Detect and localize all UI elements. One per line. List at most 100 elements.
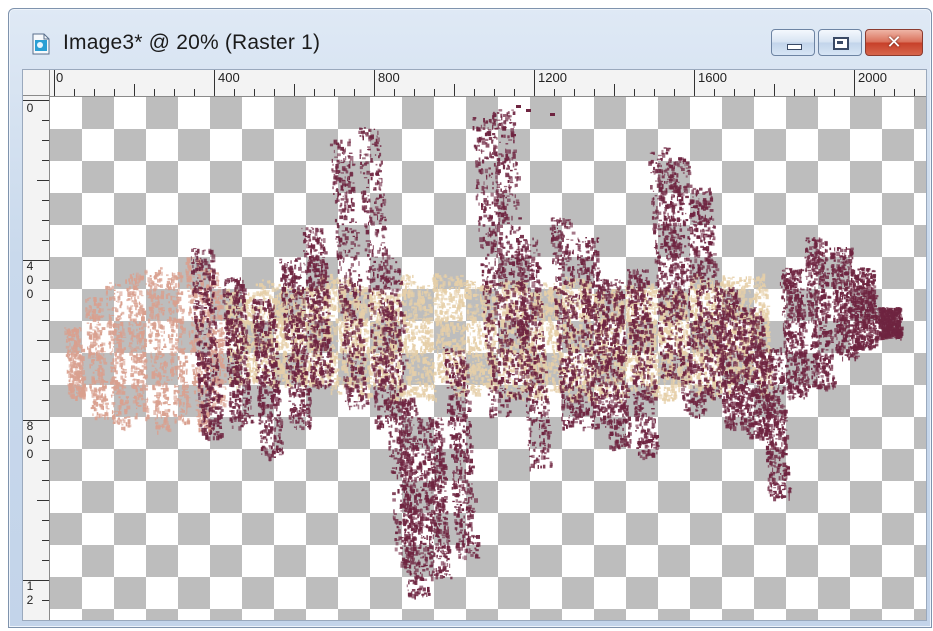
caption-buttons: ✕ — [771, 29, 923, 57]
ruler-tick — [42, 480, 49, 481]
ruler-tick — [154, 89, 155, 96]
ruler-tick — [274, 89, 275, 96]
ruler-tick — [174, 89, 175, 96]
ruler-tick — [814, 89, 815, 96]
ruler-tick — [254, 89, 255, 96]
ruler-tick — [42, 380, 49, 381]
ruler-tick — [554, 89, 555, 96]
brush-stroke — [431, 273, 454, 387]
ruler-tick — [874, 89, 875, 96]
minimize-button[interactable] — [771, 29, 815, 56]
ruler-tick — [774, 84, 775, 96]
ruler-tick — [42, 320, 49, 321]
ruler-tick — [594, 89, 595, 96]
vruler-label-400-digit-0: 4 — [25, 260, 35, 273]
vruler-label-400-digit-1: 0 — [25, 274, 35, 287]
ruler-tick — [674, 89, 675, 96]
vertical-ruler[interactable]: 0 4 0 0 8 0 0 1 2 — [23, 96, 50, 620]
psp-image-icon — [31, 33, 51, 55]
image-canvas[interactable] — [50, 97, 926, 620]
ruler-tick — [614, 84, 615, 96]
ruler-tick — [374, 70, 375, 96]
ruler-tick — [694, 70, 695, 96]
ruler-tick — [194, 89, 195, 96]
ruler-tick — [42, 440, 49, 441]
ruler-label-0: 0 — [56, 71, 63, 84]
ruler-tick — [42, 300, 49, 301]
ruler-tick — [854, 70, 855, 96]
ruler-tick — [42, 460, 49, 461]
ruler-tick — [23, 580, 49, 581]
vruler-label-0-digit-0: 0 — [25, 102, 35, 115]
ruler-tick — [474, 89, 475, 96]
ruler-tick — [214, 70, 215, 96]
ruler-tick — [354, 89, 355, 96]
ruler-label-1600: 1600 — [698, 71, 727, 84]
ruler-tick — [74, 89, 75, 96]
ruler-tick — [134, 84, 135, 96]
ruler-tick — [37, 180, 49, 181]
ruler-tick — [334, 89, 335, 96]
ruler-tick — [42, 400, 49, 401]
window-title: Image3* @ 20% (Raster 1) — [63, 31, 320, 55]
ruler-corner — [23, 70, 50, 96]
vruler-label-1200-digit-1: 2 — [25, 594, 35, 607]
brush-stroke — [64, 327, 88, 401]
vruler-label-800-digit-1: 0 — [25, 434, 35, 447]
ruler-tick — [394, 89, 395, 96]
ruler-tick — [894, 89, 895, 96]
ruler-tick — [414, 89, 415, 96]
ruler-tick — [794, 89, 795, 96]
ruler-tick — [23, 100, 49, 101]
ruler-tick — [434, 89, 435, 96]
ruler-tick — [42, 540, 49, 541]
ruler-tick — [634, 89, 635, 96]
ruler-tick — [42, 160, 49, 161]
ruler-tick — [37, 340, 49, 341]
ruler-tick — [314, 89, 315, 96]
horizontal-ruler[interactable]: 0 400 800 1200 1600 2000 — [50, 70, 926, 97]
ruler-tick — [734, 89, 735, 96]
ruler-tick — [54, 70, 55, 96]
ruler-label-800: 800 — [378, 71, 400, 84]
ruler-tick — [42, 560, 49, 561]
minimize-icon — [787, 44, 802, 50]
ruler-tick — [834, 89, 835, 96]
ruler-tick — [42, 280, 49, 281]
brush-stroke — [85, 297, 110, 421]
ruler-tick — [654, 89, 655, 96]
ruler-tick — [494, 89, 495, 96]
ruler-tick — [94, 89, 95, 96]
ruler-tick — [37, 500, 49, 501]
image-window: Image3* @ 20% (Raster 1) ✕ 0 400 800 120… — [8, 8, 932, 628]
ruler-tick — [714, 89, 715, 96]
vruler-label-1200-digit-0: 1 — [25, 580, 35, 593]
ruler-tick — [754, 89, 755, 96]
vruler-label-400-digit-2: 0 — [25, 288, 35, 301]
ruler-label-2000: 2000 — [858, 71, 887, 84]
brush-strokes-artwork — [64, 105, 904, 600]
ruler-tick — [42, 600, 49, 601]
title-bar[interactable]: Image3* @ 20% (Raster 1) ✕ — [9, 9, 931, 61]
close-button[interactable]: ✕ — [865, 29, 923, 56]
ruler-tick — [914, 89, 915, 96]
brush-stroke — [419, 417, 453, 582]
ruler-tick — [574, 89, 575, 96]
ruler-tick — [294, 84, 295, 96]
brush-stroke — [877, 307, 904, 341]
ruler-tick — [42, 360, 49, 361]
maximize-icon — [833, 37, 849, 50]
ruler-tick — [534, 70, 535, 96]
close-icon: ✕ — [866, 30, 922, 55]
maximize-button[interactable] — [818, 29, 862, 56]
vruler-label-800-digit-0: 8 — [25, 420, 35, 433]
ruler-tick — [42, 520, 49, 521]
brush-stroke — [125, 272, 150, 422]
ruler-tick — [234, 89, 235, 96]
ruler-tick — [42, 120, 49, 121]
ruler-tick — [42, 200, 49, 201]
ruler-tick — [23, 420, 49, 421]
ruler-tick — [42, 240, 49, 241]
document-frame: 0 400 800 1200 1600 2000 0 4 0 0 8 0 0 1… — [22, 69, 927, 621]
ruler-tick — [42, 140, 49, 141]
